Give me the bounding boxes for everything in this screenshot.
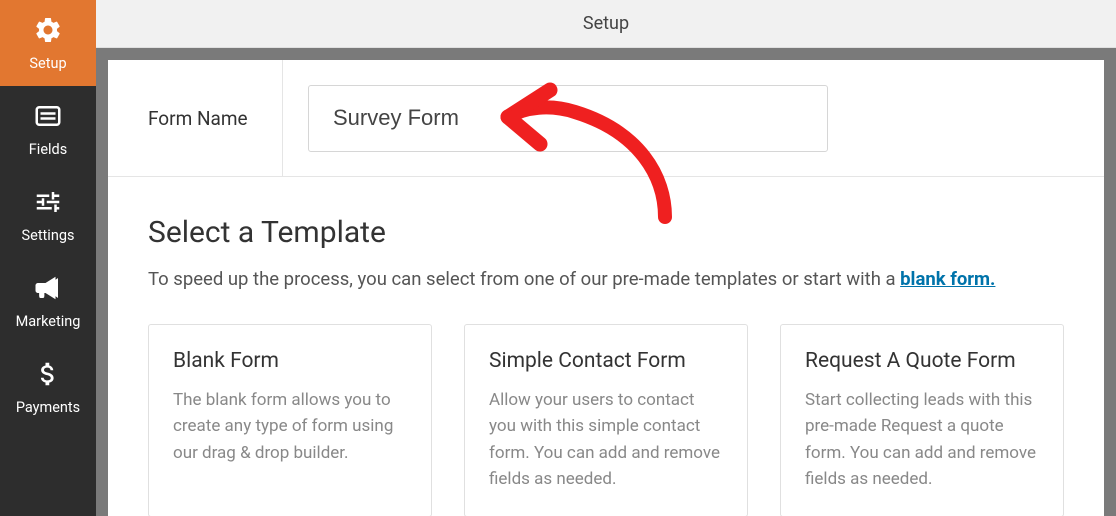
sidebar-item-label: Settings	[22, 227, 75, 244]
template-card-title: Blank Form	[173, 349, 407, 373]
sliders-icon	[33, 187, 63, 227]
sidebar-item-payments[interactable]: Payments	[0, 344, 96, 430]
template-card-request-quote[interactable]: Request A Quote Form Start collecting le…	[780, 324, 1064, 516]
page-title: Setup	[583, 13, 629, 34]
templates-section: Select a Template To speed up the proces…	[108, 177, 1104, 516]
templates-subtitle: To speed up the process, you can select …	[148, 268, 1064, 290]
templates-heading: Select a Template	[148, 215, 1064, 250]
blank-form-link[interactable]: blank form.	[900, 268, 995, 290]
sidebar-item-marketing[interactable]: Marketing	[0, 258, 96, 344]
sidebar-item-label: Payments	[16, 399, 80, 416]
content-frame: Form Name Select a Template To speed up …	[96, 48, 1116, 516]
template-grid: Blank Form The blank form allows you to …	[148, 324, 1064, 516]
sidebar-item-label: Marketing	[16, 313, 81, 330]
template-card-title: Simple Contact Form	[489, 349, 723, 373]
template-card-desc: Allow your users to contact you with thi…	[489, 387, 723, 492]
bullhorn-icon	[33, 273, 63, 313]
template-card-desc: The blank form allows you to create any …	[173, 387, 407, 466]
sidebar: Setup Fields Settings Marketing Payments	[0, 0, 96, 516]
templates-subtitle-text: To speed up the process, you can select …	[148, 268, 900, 290]
sidebar-item-fields[interactable]: Fields	[0, 86, 96, 172]
list-icon	[33, 101, 63, 141]
content: Form Name Select a Template To speed up …	[108, 60, 1104, 516]
form-name-row: Form Name	[108, 60, 1104, 177]
topbar: Setup	[96, 0, 1116, 48]
template-card-title: Request A Quote Form	[805, 349, 1039, 373]
template-card-desc: Start collecting leads with this pre-mad…	[805, 387, 1039, 492]
template-card-blank[interactable]: Blank Form The blank form allows you to …	[148, 324, 432, 516]
template-card-simple-contact[interactable]: Simple Contact Form Allow your users to …	[464, 324, 748, 516]
sidebar-item-setup[interactable]: Setup	[0, 0, 96, 86]
sidebar-item-settings[interactable]: Settings	[0, 172, 96, 258]
gear-icon	[33, 15, 63, 55]
form-name-input-cell	[283, 85, 1104, 152]
sidebar-item-label: Fields	[29, 141, 67, 158]
form-name-label: Form Name	[108, 60, 283, 176]
sidebar-item-label: Setup	[29, 55, 66, 72]
form-name-input[interactable]	[308, 85, 828, 152]
dollar-icon	[33, 359, 63, 399]
